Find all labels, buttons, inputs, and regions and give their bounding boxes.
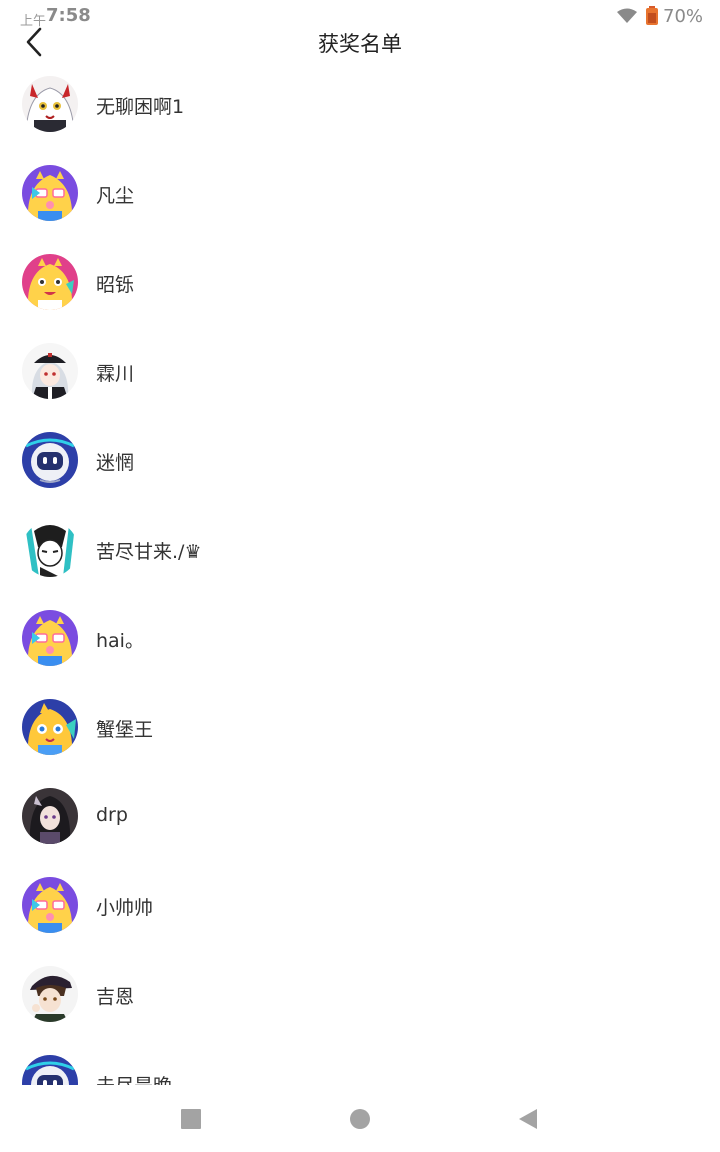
- winner-list[interactable]: 无聊困啊1 凡尘 昭铄 霖川 迷惘 苦尽甘来./♛ hai。 蟹堡王 drp 小…: [0, 60, 720, 1085]
- winner-row[interactable]: 小帅帅: [0, 861, 720, 950]
- back-triangle-icon: [519, 1109, 537, 1129]
- anime-boy-hat-avatar: [22, 966, 78, 1022]
- avatar[interactable]: [22, 788, 78, 844]
- yellow-mascot-purple-avatar: [22, 165, 78, 221]
- winner-name: hai。: [96, 630, 144, 652]
- winner-row[interactable]: 迷惘: [0, 416, 720, 505]
- winner-row[interactable]: drp: [0, 772, 720, 861]
- winner-row[interactable]: 昭铄: [0, 238, 720, 327]
- anime-girl-beret-avatar: [22, 343, 78, 399]
- winner-name: 无聊困啊1: [96, 96, 185, 118]
- avatar[interactable]: [22, 610, 78, 666]
- home-button[interactable]: [346, 1105, 374, 1133]
- yellow-mascot-pink-avatar: [22, 254, 78, 310]
- yellow-mascot-blue-avatar: [22, 699, 78, 755]
- winner-name: 昭铄: [96, 274, 135, 296]
- winner-row[interactable]: hai。: [0, 594, 720, 683]
- avatar[interactable]: [22, 1055, 78, 1085]
- winner-name: 未尽是晚: [96, 1071, 172, 1085]
- winner-name: 小帅帅: [96, 897, 154, 919]
- winner-row[interactable]: 未尽是晚: [0, 1039, 720, 1085]
- winner-name: 蟹堡王: [96, 719, 154, 741]
- avatar[interactable]: [22, 521, 78, 577]
- winner-row[interactable]: 霖川: [0, 327, 720, 416]
- avatar[interactable]: [22, 699, 78, 755]
- recents-square-icon: [181, 1109, 201, 1129]
- winner-row[interactable]: 苦尽甘来./♛: [0, 505, 720, 594]
- avatar[interactable]: [22, 343, 78, 399]
- miku-sketch-avatar: [22, 521, 78, 577]
- winner-name: 苦尽甘来./♛: [96, 541, 202, 563]
- winner-row[interactable]: 凡尘: [0, 149, 720, 238]
- winner-name: 霖川: [96, 363, 135, 385]
- system-back-button[interactable]: [514, 1105, 542, 1133]
- winner-name: 吉恩: [96, 986, 135, 1008]
- anime-girl-white-hair-avatar: [22, 76, 78, 132]
- avatar[interactable]: [22, 76, 78, 132]
- winner-name: 迷惘: [96, 452, 135, 474]
- winner-name: drp: [96, 804, 128, 826]
- avatar[interactable]: [22, 165, 78, 221]
- page-title: 获奖名单: [318, 32, 402, 56]
- yellow-mascot-purple-avatar: [22, 610, 78, 666]
- system-nav-bar: [0, 1085, 720, 1152]
- robot-blue-avatar: [22, 1055, 78, 1085]
- winner-row[interactable]: 蟹堡王: [0, 683, 720, 772]
- winner-row[interactable]: 无聊困啊1: [0, 60, 720, 149]
- robot-blue-avatar: [22, 432, 78, 488]
- yellow-mascot-purple-avatar: [22, 877, 78, 933]
- recents-button[interactable]: [177, 1105, 205, 1133]
- winner-name: 凡尘: [96, 185, 135, 207]
- avatar[interactable]: [22, 877, 78, 933]
- avatar[interactable]: [22, 254, 78, 310]
- winner-row[interactable]: 吉恩: [0, 950, 720, 1039]
- anime-girl-dark-avatar: [22, 788, 78, 844]
- avatar[interactable]: [22, 966, 78, 1022]
- home-circle-icon: [350, 1109, 370, 1129]
- avatar[interactable]: [22, 432, 78, 488]
- app-header: 获奖名单: [0, 22, 720, 62]
